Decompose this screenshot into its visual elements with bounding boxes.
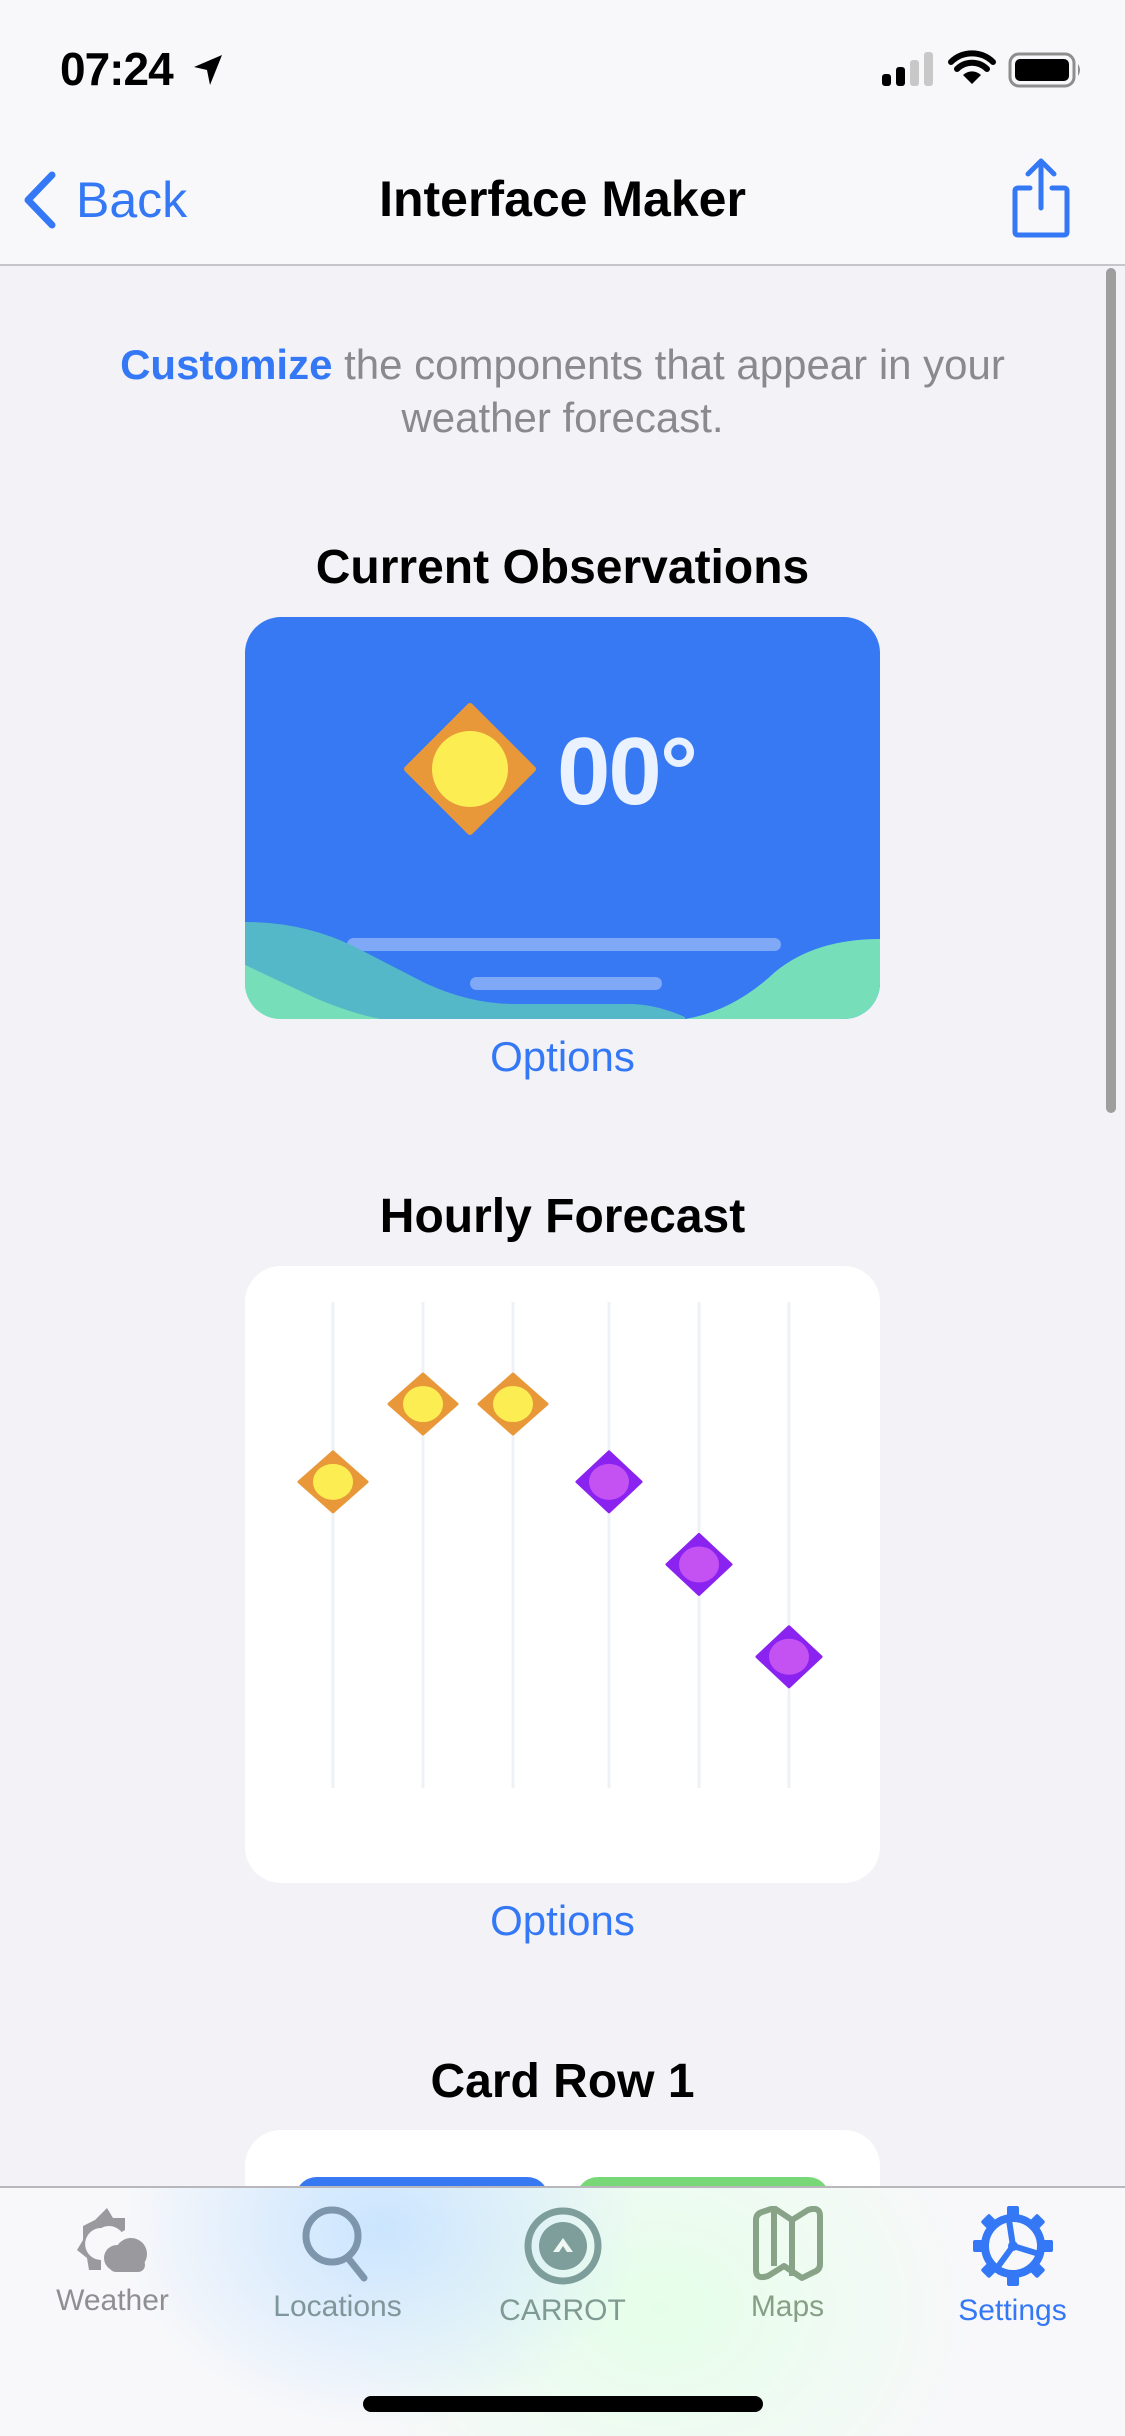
- intro-text: Customize the components that appear in …: [60, 338, 1065, 444]
- home-indicator: [363, 2396, 763, 2412]
- carrot-logo-icon: [524, 2207, 601, 2285]
- hour-icon-core: [493, 1386, 533, 1423]
- tab-label-settings: Settings: [958, 2294, 1067, 2327]
- hour-icon-core: [769, 1638, 809, 1675]
- hour-icon-core: [313, 1463, 353, 1500]
- hour-moon-icon: [665, 1532, 733, 1596]
- tab-label-carrot: CARROT: [499, 2294, 626, 2327]
- scrollbar[interactable]: [1106, 268, 1116, 1113]
- intro-accent: Customize: [120, 341, 333, 388]
- status-bar: 07:24: [0, 0, 1125, 130]
- tab-settings[interactable]: Settings: [900, 2188, 1125, 2358]
- map-icon: [752, 2206, 823, 2281]
- placeholder-line-1: [347, 938, 781, 951]
- hour-sun-icon: [477, 1372, 549, 1436]
- hour-icon-core: [679, 1546, 719, 1583]
- hour-moon-icon: [575, 1450, 643, 1514]
- tab-locations[interactable]: Locations: [225, 2188, 450, 2358]
- hour-icon-core: [403, 1386, 443, 1423]
- share-icon[interactable]: [1010, 158, 1072, 240]
- temperature-value: 00°: [557, 718, 698, 825]
- tab-weather[interactable]: Weather: [0, 2188, 225, 2358]
- battery-icon: [1008, 52, 1080, 88]
- section-title-current-observations: Current Observations: [315, 541, 810, 594]
- sun-core: [432, 731, 508, 807]
- wifi-icon: [948, 50, 996, 84]
- hour-moon-icon: [755, 1625, 823, 1689]
- tab-carrot[interactable]: CARROT: [450, 2188, 675, 2358]
- page-title: Interface Maker: [379, 171, 746, 227]
- cellular-signal-icon: [882, 52, 933, 86]
- section-title-hourly-forecast: Hourly Forecast: [379, 1190, 746, 1243]
- placeholder-line-2: [470, 977, 662, 990]
- section-title-card-row-1: Card Row 1: [430, 2055, 695, 2108]
- navigation-bar: Back Interface Maker: [0, 130, 1125, 266]
- intro-body: the components that appear in your weath…: [332, 341, 1005, 441]
- hourly-forecast-illustration: [297, 1302, 823, 1788]
- hour-sun-icon: [387, 1372, 459, 1436]
- tab-label-weather: Weather: [56, 2284, 169, 2317]
- tab-maps[interactable]: Maps: [675, 2188, 900, 2358]
- status-time: 07:24: [60, 43, 174, 95]
- gear-icon: [972, 2206, 1053, 2286]
- hourly-forecast-options-link[interactable]: Options: [0, 1897, 1125, 1945]
- hourly-forecast-preview[interactable]: [245, 1266, 880, 1883]
- search-icon: [302, 2206, 367, 2282]
- hour-sun-icon: [297, 1450, 369, 1514]
- current-observations-options-link[interactable]: Options: [0, 1033, 1125, 1081]
- weather-sun-cloud-icon: [76, 2208, 147, 2272]
- sun-icon: [404, 703, 536, 835]
- tab-label-maps: Maps: [750, 2290, 825, 2323]
- tab-label-locations: Locations: [273, 2290, 402, 2323]
- location-arrow-icon: [194, 55, 222, 85]
- hour-icon-core: [589, 1463, 629, 1500]
- current-observations-preview[interactable]: 00°: [245, 617, 880, 1019]
